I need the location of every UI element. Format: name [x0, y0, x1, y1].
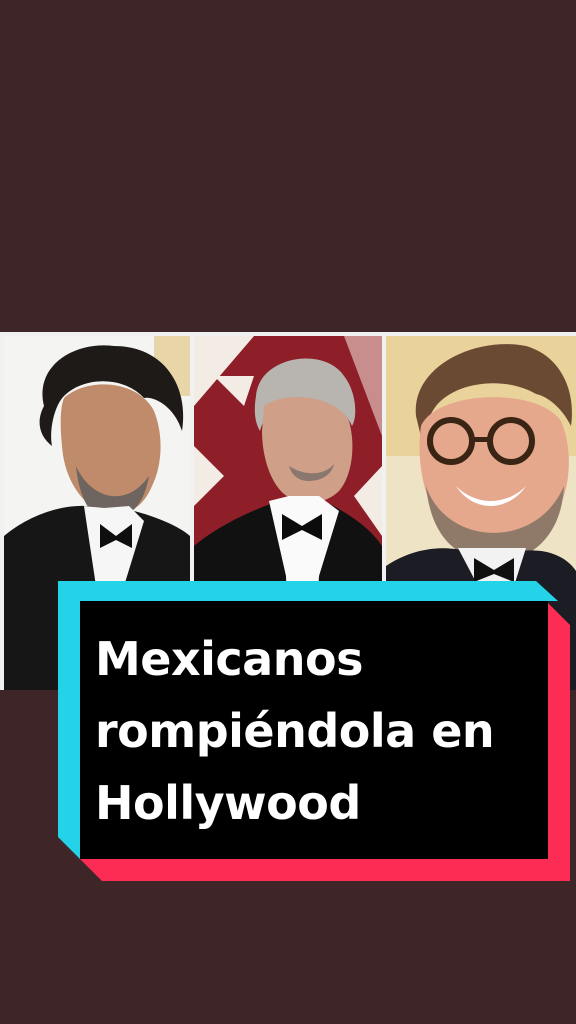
caption-line-2: rompiéndola en [95, 704, 495, 758]
caption-line-1: Mexicanos [95, 632, 363, 686]
caption-card: Mexicanos rompiéndola en Hollywood [58, 581, 571, 881]
video-frame: Mexicanos rompiéndola en Hollywood [0, 0, 576, 1024]
caption-line-3: Hollywood [95, 776, 361, 830]
caption-text: Mexicanos rompiéndola en Hollywood [95, 623, 535, 839]
